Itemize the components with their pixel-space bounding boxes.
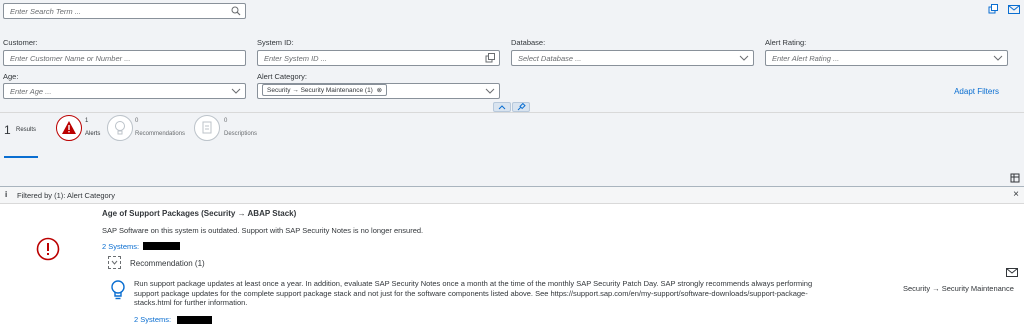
system-id-input[interactable]: Enter System ID ... <box>257 50 500 66</box>
alert-rating-placeholder: Enter Alert Rating ... <box>772 54 840 63</box>
lightbulb-icon <box>111 280 125 300</box>
token-label: Security → Security Maintenance (1) <box>267 87 373 94</box>
filter-info-text: Filtered by (1): Alert Category <box>17 191 115 200</box>
collapse-header-button[interactable] <box>493 102 511 112</box>
info-icon: i <box>5 190 8 199</box>
descriptions-label: Descriptions <box>224 131 258 137</box>
alert-title: Age of Support Packages (Security → ABAP… <box>102 209 297 218</box>
search-input[interactable]: Enter Search Term ... <box>3 3 246 19</box>
recommendation-title: Recommendation (1) <box>130 259 205 268</box>
database-placeholder: Select Database ... <box>518 54 582 63</box>
alerts-tab[interactable] <box>56 115 82 141</box>
error-icon <box>36 237 60 261</box>
table-settings-icon[interactable] <box>1010 173 1020 183</box>
share-icon[interactable] <box>988 4 998 14</box>
recommendation-systems-link[interactable]: 2 Systems: <box>134 315 171 324</box>
chevron-up-icon <box>498 105 506 110</box>
chevron-down-icon[interactable] <box>231 86 241 96</box>
alert-description: SAP Software on this system is outdated.… <box>102 226 424 235</box>
chevron-down-icon[interactable] <box>993 53 1003 63</box>
filter-info-bar: i Filtered by (1): Alert Category × <box>0 187 1024 204</box>
lightbulb-icon <box>115 121 125 135</box>
results-label[interactable]: Results <box>16 127 36 133</box>
alerts-label: Alerts <box>85 131 101 137</box>
alerts-count: 1 <box>85 118 89 124</box>
recommendations-count: 0 <box>135 118 139 124</box>
redacted-system-names <box>177 316 212 324</box>
expand-recommendation-button[interactable] <box>108 256 121 269</box>
chevron-down-icon <box>111 260 118 265</box>
mail-icon[interactable] <box>1006 268 1018 277</box>
database-label: Database: <box>511 38 546 47</box>
results-count[interactable]: 1 <box>4 123 11 137</box>
chevron-down-icon[interactable] <box>485 86 495 96</box>
close-icon[interactable]: × <box>1013 189 1019 200</box>
document-icon <box>202 121 212 134</box>
system-id-placeholder: Enter System ID ... <box>264 54 327 63</box>
pin-header-button[interactable] <box>512 102 530 112</box>
mail-icon[interactable] <box>1008 5 1020 14</box>
pin-icon <box>517 102 526 111</box>
search-placeholder: Enter Search Term ... <box>10 7 82 16</box>
age-select[interactable]: Enter Age ... <box>3 83 246 99</box>
descriptions-tab[interactable] <box>194 115 220 141</box>
alert-category-token[interactable]: Security → Security Maintenance (1) ⊗ <box>262 84 388 96</box>
customer-placeholder: Enter Customer Name or Number ... <box>10 54 131 63</box>
recommendation-text: Run support package updates at least onc… <box>134 279 813 307</box>
token-remove-icon[interactable]: ⊗ <box>377 87 382 94</box>
alert-rating-label: Alert Rating: <box>765 38 807 47</box>
recommendations-label: Recommendations <box>135 131 186 137</box>
search-icon[interactable] <box>231 6 241 16</box>
adapt-filters-link[interactable]: Adapt Filters <box>954 87 999 96</box>
recommendations-tab[interactable] <box>107 115 133 141</box>
database-select[interactable]: Select Database ... <box>511 50 754 66</box>
descriptions-count: 0 <box>224 118 228 124</box>
age-label: Age: <box>3 72 19 81</box>
chevron-down-icon[interactable] <box>739 53 749 63</box>
redacted-system-names <box>143 242 180 250</box>
alert-rating-select[interactable]: Enter Alert Rating ... <box>765 50 1008 66</box>
value-help-icon[interactable] <box>485 53 495 63</box>
warning-icon <box>62 121 76 134</box>
systems-link[interactable]: 2 Systems: <box>102 242 139 251</box>
customer-label: Customer: <box>3 38 38 47</box>
alert-category-label: Alert Category: <box>257 72 308 81</box>
system-id-label: System ID: <box>257 38 294 47</box>
alert-category-value: Security → Security Maintenance <box>903 284 1014 293</box>
results-tab-indicator <box>4 156 38 158</box>
age-placeholder: Enter Age ... <box>10 87 52 96</box>
customer-input[interactable]: Enter Customer Name or Number ... <box>3 50 246 66</box>
